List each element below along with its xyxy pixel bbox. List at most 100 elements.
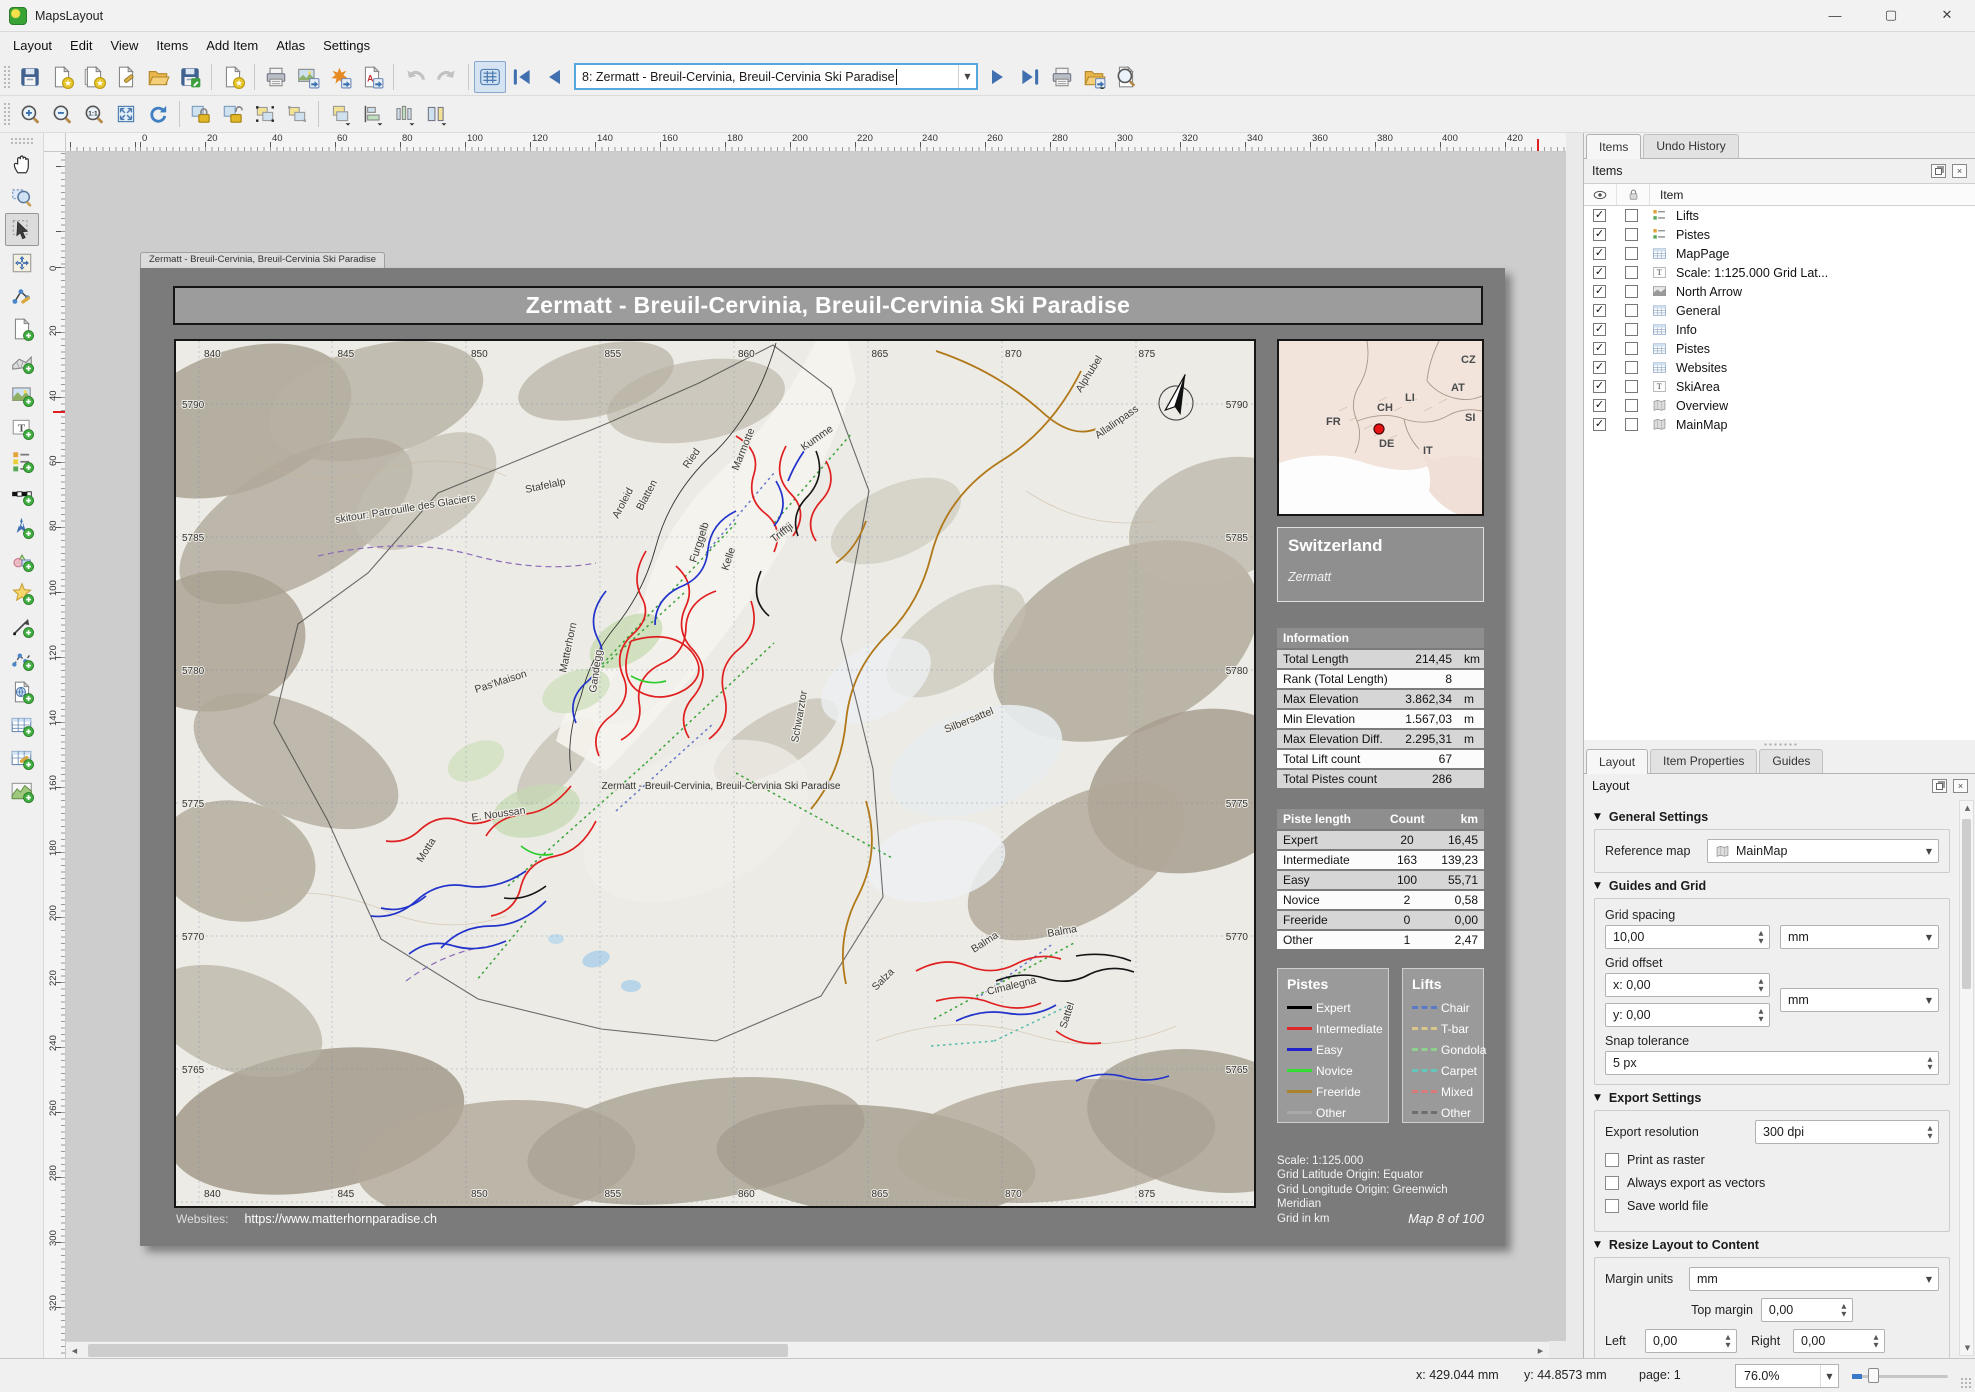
atlas-first-button[interactable] <box>506 61 538 93</box>
visibility-checkbox[interactable]: ✓ <box>1593 399 1606 412</box>
distribute-items-button[interactable] <box>388 98 420 130</box>
maximize-button[interactable]: ▢ <box>1863 0 1919 31</box>
lock-checkbox[interactable] <box>1625 209 1638 222</box>
raise-items-button[interactable] <box>324 98 356 130</box>
export-resolution-input[interactable]: 300 dpi ▲▼ <box>1755 1120 1939 1144</box>
items-row-overview[interactable]: ✓Overview <box>1584 396 1975 415</box>
close-button[interactable]: ✕ <box>1919 0 1975 31</box>
piste-length-table-item[interactable]: Piste length Count km Expert2016,45Inter… <box>1277 807 1484 951</box>
lock-checkbox[interactable] <box>1625 342 1638 355</box>
tab-item-properties[interactable]: Item Properties <box>1650 749 1757 773</box>
grid-offset-unit-combo[interactable]: mm▼ <box>1780 988 1939 1012</box>
items-row-skiarea[interactable]: ✓TSkiArea <box>1584 377 1975 396</box>
right-margin-input[interactable]: 0,00 ▲▼ <box>1793 1329 1885 1353</box>
websites-item[interactable]: Websites: https://www.matterhornparadise… <box>176 1212 437 1226</box>
visibility-checkbox[interactable]: ✓ <box>1593 228 1606 241</box>
canvas-horizontal-scrollbar[interactable]: ◀ ▶ <box>66 1341 1549 1358</box>
checkbox-save-world-file[interactable]: Save world file <box>1605 1199 1939 1213</box>
menu-items[interactable]: Items <box>147 34 197 57</box>
pistes-legend-item[interactable]: Pistes ExpertIntermediateEasyNoviceFreer… <box>1277 968 1389 1123</box>
visibility-checkbox[interactable]: ✓ <box>1593 285 1606 298</box>
export-pdf-button[interactable]: A <box>356 61 388 93</box>
float-panel-button[interactable] <box>1931 164 1946 178</box>
menu-settings[interactable]: Settings <box>314 34 379 57</box>
pan-tool-button[interactable] <box>5 147 39 180</box>
group-items-button[interactable] <box>249 98 281 130</box>
add-label-tool-button[interactable]: T <box>5 411 39 444</box>
add-map-tool-button[interactable] <box>5 312 39 345</box>
panel-scrollbar[interactable]: ▲ ▼ <box>1959 800 1974 1356</box>
add-elevation-profile-tool-button[interactable] <box>5 774 39 807</box>
tab-layout[interactable]: Layout <box>1586 749 1648 774</box>
add-legend-tool-button[interactable] <box>5 444 39 477</box>
section-export-settings[interactable]: ▼Export Settings <box>1594 1091 1950 1105</box>
move-item-content-tool-button[interactable] <box>5 246 39 279</box>
add-arrow-tool-button[interactable] <box>5 609 39 642</box>
main-map-item[interactable]: AlphubelAllalinpassKummeMarmotteRiedStaf… <box>174 339 1256 1208</box>
add-north-arrow-tool-button[interactable]: N <box>5 510 39 543</box>
atlas-feature-combo[interactable]: 8: Zermatt - Breuil-Cervinia, Breuil-Cer… <box>574 63 978 90</box>
items-row-pistes[interactable]: ✓Pistes <box>1584 339 1975 358</box>
lock-checkbox[interactable] <box>1625 304 1638 317</box>
menu-atlas[interactable]: Atlas <box>267 34 314 57</box>
tab-undo-history[interactable]: Undo History <box>1643 134 1738 158</box>
duplicate-layout-button[interactable] <box>78 61 110 93</box>
zoom-level-combo[interactable]: 76.0% ▼ <box>1735 1364 1839 1388</box>
unlock-items-button[interactable] <box>217 98 249 130</box>
lock-checkbox[interactable] <box>1625 323 1638 336</box>
save-button[interactable] <box>14 61 46 93</box>
zoom-out-button[interactable] <box>46 98 78 130</box>
information-table-item[interactable]: Information Total Length214,45kmRank (To… <box>1277 626 1484 790</box>
lock-checkbox[interactable] <box>1625 399 1638 412</box>
save-as-template-button[interactable] <box>174 61 206 93</box>
add-html-tool-button[interactable] <box>5 675 39 708</box>
items-row-mappage[interactable]: ✓MapPage <box>1584 244 1975 263</box>
new-layout-button[interactable] <box>46 61 78 93</box>
section-general-settings[interactable]: ▼General Settings <box>1594 810 1950 824</box>
zoom-slider[interactable] <box>1852 1373 1948 1379</box>
lock-checkbox[interactable] <box>1625 266 1638 279</box>
visibility-checkbox[interactable]: ✓ <box>1593 247 1606 260</box>
add-pages-button[interactable] <box>217 61 249 93</box>
resize-grip[interactable] <box>1960 1377 1972 1389</box>
atlas-next-button[interactable] <box>982 61 1014 93</box>
atlas-last-button[interactable] <box>1014 61 1046 93</box>
edit-nodes-item-tool-button[interactable] <box>5 279 39 312</box>
items-row-scale-1-125-000-grid-lat-[interactable]: ✓TScale: 1:125.000 Grid Lat... <box>1584 263 1975 282</box>
visibility-checkbox[interactable]: ✓ <box>1593 380 1606 393</box>
items-row-general[interactable]: ✓General <box>1584 301 1975 320</box>
redo-button[interactable] <box>431 61 463 93</box>
visibility-checkbox[interactable]: ✓ <box>1593 209 1606 222</box>
atlas-settings-button[interactable] <box>1110 61 1142 93</box>
layout-manager-button[interactable] <box>110 61 142 93</box>
section-resize-layout[interactable]: ▼Resize Layout to Content <box>1594 1238 1950 1252</box>
lock-items-button[interactable] <box>185 98 217 130</box>
add-attribute-table-tool-button[interactable] <box>5 708 39 741</box>
close-panel-button[interactable]: × <box>1952 164 1967 178</box>
top-margin-input[interactable]: 0,00 ▲▼ <box>1761 1298 1853 1322</box>
grid-offset-x-input[interactable]: x: 0,00 ▲▼ <box>1605 973 1770 997</box>
overview-map-item[interactable]: FRCHLIATCZSIDEIT <box>1277 339 1484 516</box>
checkbox-always-export-as-vectors[interactable]: Always export as vectors <box>1605 1176 1939 1190</box>
menu-layout[interactable]: Layout <box>4 34 61 57</box>
items-row-websites[interactable]: ✓Websites <box>1584 358 1975 377</box>
lock-checkbox[interactable] <box>1625 285 1638 298</box>
lock-checkbox[interactable] <box>1625 228 1638 241</box>
layout-canvas[interactable]: Zermatt - Breuil-Cervinia, Breuil-Cervin… <box>66 152 1566 1341</box>
items-row-pistes[interactable]: ✓Pistes <box>1584 225 1975 244</box>
grid-spacing-unit-combo[interactable]: mm▼ <box>1780 925 1939 949</box>
visibility-checkbox[interactable]: ✓ <box>1593 266 1606 279</box>
ungroup-items-button[interactable] <box>281 98 313 130</box>
print-atlas-button[interactable] <box>1046 61 1078 93</box>
export-svg-button[interactable] <box>324 61 356 93</box>
lock-checkbox[interactable] <box>1625 418 1638 431</box>
lifts-legend-item[interactable]: Lifts ChairT-barGondolaCarpetMixedOther <box>1402 968 1484 1123</box>
items-row-lifts[interactable]: ✓Lifts <box>1584 206 1975 225</box>
print-button[interactable] <box>260 61 292 93</box>
float-panel-button[interactable] <box>1932 779 1947 793</box>
tab-guides[interactable]: Guides <box>1759 749 1823 773</box>
export-image-button[interactable] <box>292 61 324 93</box>
zoom-full-button[interactable] <box>110 98 142 130</box>
checkbox-print-as-raster[interactable]: Print as raster <box>1605 1153 1939 1167</box>
export-atlas-button[interactable] <box>1078 61 1110 93</box>
